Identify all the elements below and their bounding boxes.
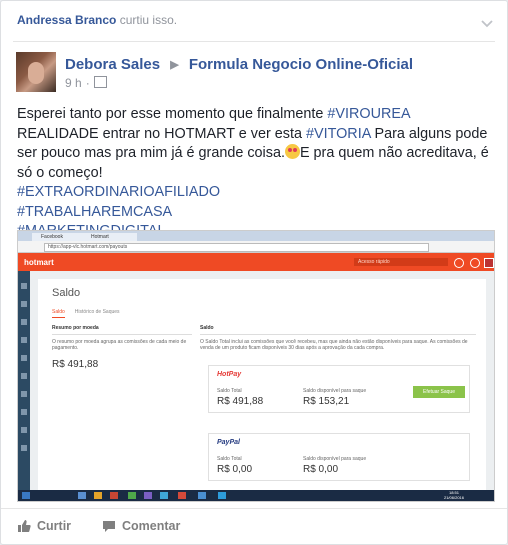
- thumbs-up-icon: [18, 520, 31, 532]
- chevron-down-icon[interactable]: [479, 15, 495, 31]
- hashtag-link[interactable]: #TRABALHAREMCASA: [17, 204, 172, 220]
- hotmart-main: Saldo Saldo Histórico de Saques Resumo po…: [30, 271, 494, 491]
- audience-icon[interactable]: [93, 76, 107, 88]
- taskbar-clock: 18:51 21/06/2016: [443, 490, 464, 500]
- author-name-link[interactable]: Debora Sales: [65, 56, 160, 73]
- post-header: Debora Sales ▶ Formula Negocio Online-Of…: [65, 56, 413, 73]
- hashtag-link[interactable]: #EXTRAORDINARIOAFILIADO: [17, 184, 220, 200]
- post-meta: 9 h ·: [65, 76, 107, 90]
- divider: [13, 41, 495, 42]
- browser-tab: Hotmart: [82, 233, 137, 241]
- browser-tabs: Facebook Hotmart: [18, 231, 494, 241]
- withdraw-button: Efetuar Saque: [413, 386, 465, 398]
- comment-icon: [103, 521, 115, 532]
- emoji-icon: [284, 144, 300, 159]
- help-icon: [470, 258, 480, 268]
- hotmart-topbar: hotmart Acesso rápido: [18, 253, 494, 271]
- liker-name-link[interactable]: Andressa Branco: [17, 13, 116, 27]
- shield-icon: [454, 258, 464, 268]
- story-header: Andressa Branco curtiu isso.: [17, 13, 177, 33]
- hotmart-logo: hotmart: [24, 258, 54, 267]
- liked-text: curtiu isso.: [119, 13, 178, 27]
- browser-tab: Facebook: [32, 233, 87, 241]
- page-title: Saldo: [52, 287, 81, 299]
- hashtag-link[interactable]: #VIROUREA: [327, 106, 409, 122]
- post-text: Esperei tanto por esse momento que final…: [17, 105, 495, 242]
- windows-taskbar: 18:51 21/06/2016: [18, 490, 494, 501]
- target-page-link[interactable]: Formula Negocio Online-Oficial: [189, 56, 413, 73]
- post-photo[interactable]: Facebook Hotmart https://app-vlc.hotmart…: [17, 230, 495, 502]
- post-time-link[interactable]: 9 h: [65, 76, 82, 90]
- browser-address-bar: https://app-vlc.hotmart.com/payouts: [18, 241, 494, 253]
- paypal-box: PayPal Saldo Total R$ 0,00 Saldo disponí…: [208, 433, 470, 481]
- post-actions: Curtir Comentar: [1, 508, 507, 544]
- comment-button[interactable]: Comentar: [102, 519, 180, 533]
- browser-url: https://app-vlc.hotmart.com/payouts: [44, 243, 429, 252]
- balance-summary: Saldo O Saldo Total inclui as comissões …: [200, 325, 476, 481]
- like-button[interactable]: Curtir: [17, 519, 71, 533]
- hotpay-box: HotPay Saldo Total R$ 491,88 Saldo dispo…: [208, 365, 470, 413]
- avatar-icon: [484, 258, 494, 268]
- balance-panel: Saldo Saldo Histórico de Saques Resumo po…: [38, 279, 486, 491]
- hotmart-search: Acesso rápido: [354, 258, 448, 266]
- avatar[interactable]: [16, 52, 56, 92]
- hashtag-link[interactable]: #VITORIA: [306, 126, 371, 142]
- balance-tabs: Saldo Histórico de Saques: [52, 309, 120, 318]
- arrow-right-icon: ▶: [170, 59, 179, 71]
- hotmart-sidebar: [18, 271, 30, 491]
- feed-story-card: Andressa Branco curtiu isso. Debora Sale…: [0, 0, 508, 545]
- currency-summary: Resumo por moeda O resumo por moeda agru…: [52, 325, 192, 370]
